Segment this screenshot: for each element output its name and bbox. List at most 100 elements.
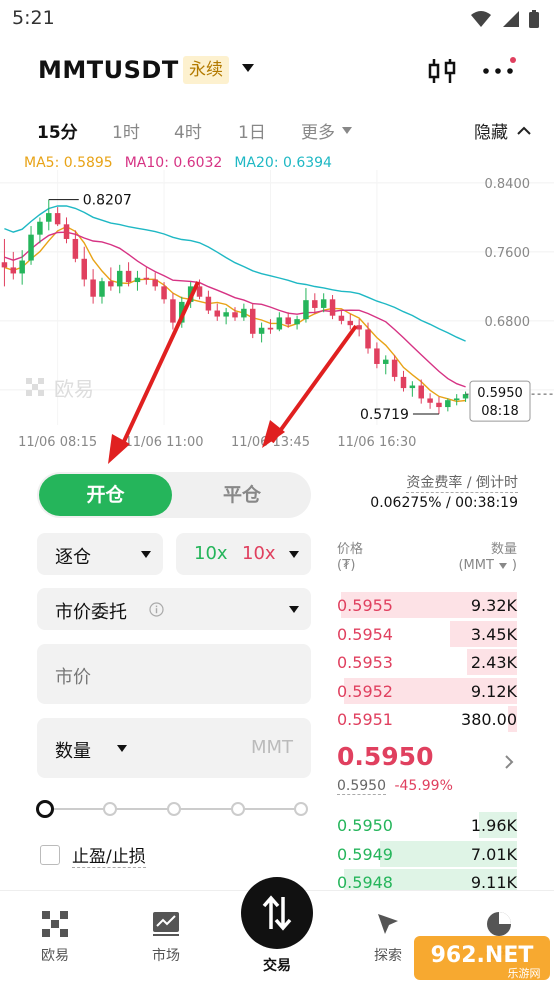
candle-body: [81, 258, 87, 280]
ma10-label: MA10: 0.6032: [124, 155, 223, 171]
nav-okx[interactable]: 欧易: [15, 909, 95, 965]
candle-body: [294, 319, 300, 325]
bid-row[interactable]: 0.5949 7.01K: [337, 840, 517, 868]
slider-mark-25[interactable]: [103, 802, 117, 816]
low-price-label: 0.5719: [360, 407, 409, 423]
more-options-icon[interactable]: [482, 56, 518, 86]
ask-row[interactable]: 0.5951 380.00: [337, 705, 517, 733]
x-tick-label: 11/06 08:15: [18, 435, 97, 450]
tab-1h[interactable]: 1时: [112, 118, 140, 143]
qty-unit-select[interactable]: (MMT ): [458, 558, 517, 573]
caret-down-icon: [141, 551, 151, 558]
candle: [81, 246, 87, 287]
candle: [214, 303, 221, 321]
slider-mark-50[interactable]: [167, 802, 181, 816]
leverage-select[interactable]: 10x 10x: [176, 533, 311, 575]
price-input[interactable]: 市价: [37, 644, 311, 704]
last-price[interactable]: 0.5950: [337, 742, 433, 771]
tab-more[interactable]: 更多: [301, 118, 353, 143]
qty-column-unit: (MMT: [458, 558, 494, 573]
ask-row[interactable]: 0.5953 2.43K: [337, 648, 517, 676]
ask-row[interactable]: 0.5954 3.45K: [337, 620, 517, 648]
quantity-label: 数量: [55, 741, 91, 762]
candle-body: [383, 359, 389, 364]
slider-handle[interactable]: [36, 800, 54, 818]
candle-body: [99, 281, 105, 297]
nav-market-label: 市场: [152, 948, 180, 964]
candle: [170, 293, 176, 330]
pair-symbol[interactable]: MMTUSDT: [38, 56, 179, 84]
caret-down-icon[interactable]: [240, 62, 256, 74]
ask-row[interactable]: 0.5952 9.12K: [337, 677, 517, 705]
margin-mode-select[interactable]: 逐仓: [37, 533, 163, 575]
caret-down-icon: [289, 606, 299, 613]
chevron-right-icon[interactable]: [504, 754, 514, 770]
candle-body: [249, 308, 256, 334]
tab-4h[interactable]: 4时: [174, 118, 202, 143]
candle: [347, 313, 354, 330]
candle: [294, 315, 300, 330]
candle-body: [214, 310, 221, 317]
quantity-unit: MMT: [250, 737, 293, 758]
tab-close-position[interactable]: 平仓: [177, 474, 307, 516]
slider-mark-100[interactable]: [294, 802, 308, 816]
nav-market[interactable]: 市场: [126, 909, 206, 965]
candle-body: [170, 299, 176, 323]
ask-row[interactable]: 0.5955 9.32K: [337, 591, 517, 619]
price-placeholder: 市价: [55, 667, 91, 688]
timeframe-tabs: 15分 1时 4时 1日 更多 隐藏: [0, 112, 554, 146]
status-bar: 5:21: [0, 0, 554, 40]
caret-down-icon: [498, 562, 507, 569]
candle: [436, 396, 442, 415]
leverage-short: 10x: [242, 543, 276, 564]
nav-okx-label: 欧易: [41, 948, 69, 964]
candle: [453, 394, 460, 406]
candle-body: [276, 317, 283, 330]
tp-sl-checkbox[interactable]: [40, 845, 60, 865]
price-column-header: 价格: [337, 542, 364, 557]
ask-price: 0.5954: [337, 624, 393, 644]
candle-body: [391, 359, 398, 377]
ask-price: 0.5951: [337, 710, 393, 729]
funding-rate-value: 0.06275% / 00:38:19: [370, 495, 518, 511]
bid-row[interactable]: 0.5950 1.96K: [337, 811, 517, 839]
funding-rate-label[interactable]: 资金费率 / 倒计时: [406, 472, 518, 493]
candle-body: [462, 394, 469, 399]
tp-sl-toggle[interactable]: 止盈/止损: [40, 842, 146, 868]
y-tick-label: 0.6800: [485, 315, 531, 330]
candle: [1, 238, 8, 287]
candlestick-chart[interactable]: 0.84000.76000.68000.600011/06 08:1511/06…: [0, 170, 554, 455]
candle-body: [28, 234, 34, 261]
ask-qty: 2.43K: [470, 653, 517, 672]
candle-body: [347, 320, 354, 326]
tab-1d[interactable]: 1日: [238, 118, 266, 143]
quantity-input[interactable]: 数量 MMT: [37, 718, 311, 778]
wifi-icon: [471, 11, 491, 27]
hide-chart-button[interactable]: 隐藏: [474, 118, 532, 143]
candle-body: [312, 300, 318, 308]
bid-price: 0.5949: [337, 844, 393, 864]
position-size-slider[interactable]: [36, 800, 312, 820]
high-price-label: 0.8207: [83, 193, 132, 209]
slider-mark-75[interactable]: [231, 802, 245, 816]
candle-body: [445, 400, 451, 408]
candle: [205, 290, 212, 314]
candle-body: [365, 329, 371, 349]
qty-column-header: 数量: [490, 542, 517, 557]
candle: [374, 342, 380, 369]
candle-body: [338, 315, 345, 321]
order-type-value: 市价委托: [55, 602, 127, 623]
hide-chart-label: 隐藏: [474, 123, 508, 143]
caret-down-icon: [342, 127, 352, 134]
tab-15m[interactable]: 15分: [37, 118, 78, 143]
candle-body: [72, 238, 79, 259]
tab-open-position[interactable]: 开仓: [39, 474, 172, 516]
info-icon[interactable]: [149, 602, 164, 617]
ask-qty: 9.12K: [470, 681, 517, 701]
caret-down-icon[interactable]: [117, 745, 127, 752]
order-type-select[interactable]: 市价委托: [37, 588, 311, 630]
candlestick-icon[interactable]: [426, 56, 458, 86]
swap-arrows-icon: [262, 895, 292, 931]
bid-qty: 7.01K: [470, 844, 517, 864]
nav-trade-button[interactable]: [241, 877, 313, 949]
